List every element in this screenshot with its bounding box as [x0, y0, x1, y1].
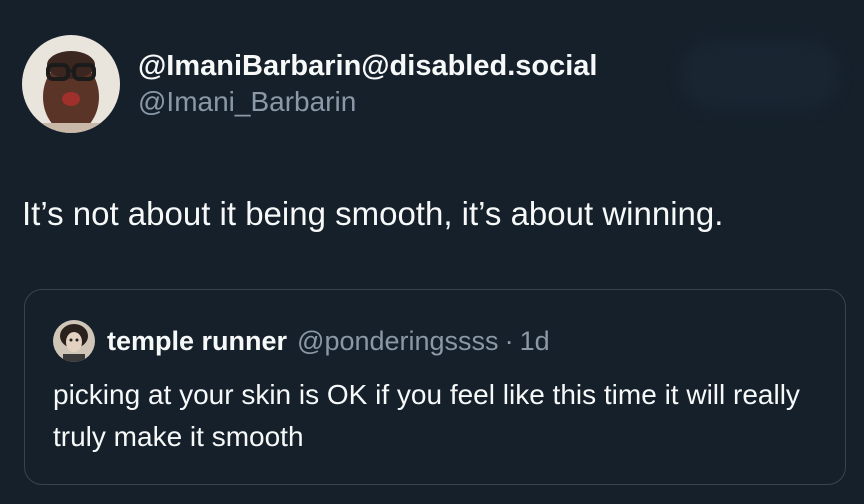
author-names: @ImaniBarbarin@disabled.social @Imani_Ba…: [138, 48, 597, 120]
avatar-photo-icon: [53, 320, 95, 362]
separator-dot: ·: [504, 325, 514, 356]
author-handle[interactable]: @Imani_Barbarin: [138, 84, 597, 120]
quoted-tweet-header: temple runner @ponderingssss · 1d: [53, 320, 550, 362]
quoted-tweet[interactable]: temple runner @ponderingssss · 1d pickin…: [24, 289, 846, 485]
author-avatar[interactable]: [22, 35, 120, 133]
blurred-overlay: [680, 40, 840, 110]
quoted-author-display-name[interactable]: temple runner: [107, 326, 287, 357]
author-display-name[interactable]: @ImaniBarbarin@disabled.social: [138, 48, 597, 84]
quoted-tweet-timestamp[interactable]: 1d: [520, 326, 550, 357]
avatar-photo-icon: [22, 35, 120, 133]
quoted-author-avatar[interactable]: [53, 320, 95, 362]
quoted-tweet-body-text: picking at your skin is OK if you feel l…: [53, 379, 800, 452]
tweet-body-text: It’s not about it being smooth, it’s abo…: [22, 195, 724, 232]
tweet-card: @ImaniBarbarin@disabled.social @Imani_Ba…: [0, 0, 864, 504]
tweet-header: @ImaniBarbarin@disabled.social @Imani_Ba…: [22, 35, 597, 133]
quoted-author-handle[interactable]: @ponderingssss: [297, 326, 499, 357]
